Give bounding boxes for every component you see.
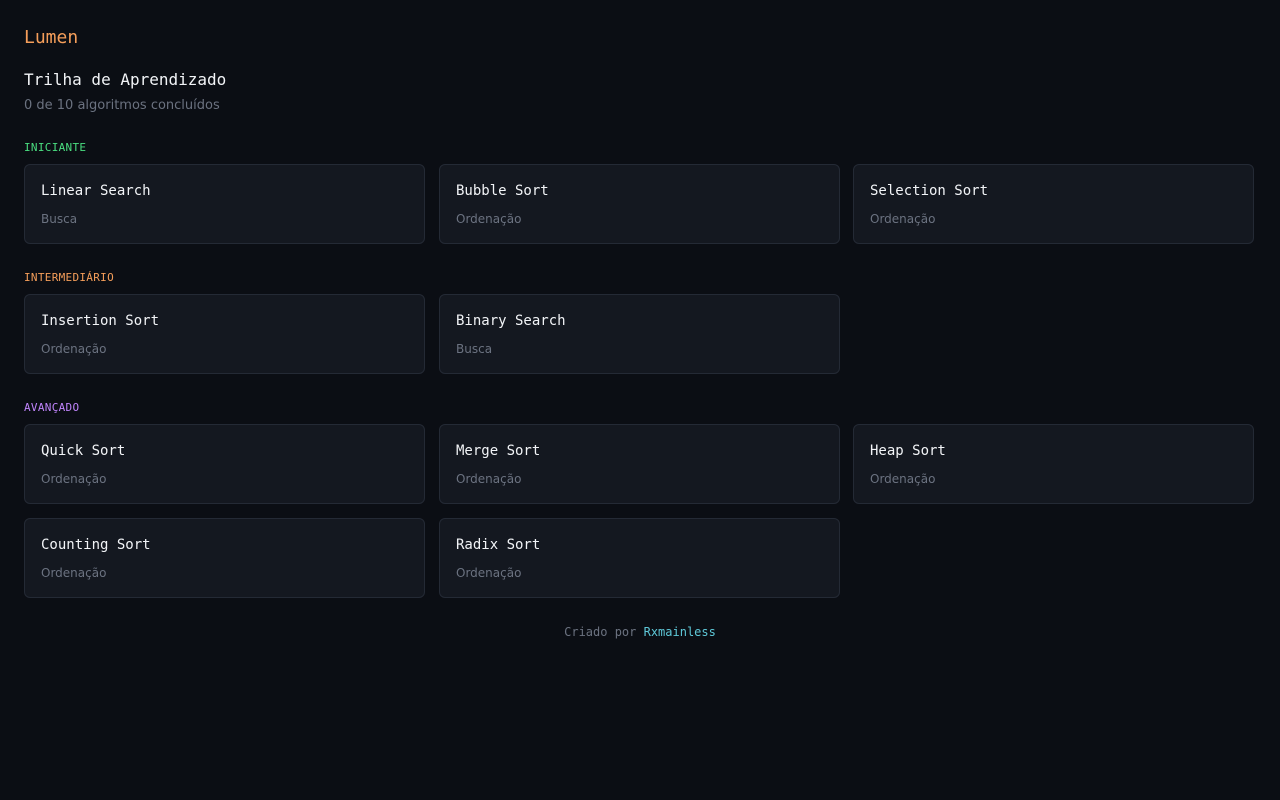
page-title: Trilha de Aprendizado	[24, 70, 227, 89]
algorithm-card-merge-sort[interactable]: Merge Sort Ordenação	[439, 424, 840, 504]
card-category: Ordenação	[456, 566, 522, 580]
card-title: Bubble Sort	[456, 183, 549, 199]
card-title: Selection Sort	[870, 183, 989, 199]
section-label-intermediate: INTERMEDIÁRIO	[24, 271, 114, 284]
algorithm-card-bubble-sort[interactable]: Bubble Sort Ordenação	[439, 164, 840, 244]
card-category: Ordenação	[456, 212, 522, 226]
card-category: Ordenação	[870, 472, 936, 486]
card-title: Heap Sort	[870, 443, 946, 459]
algorithm-card-radix-sort[interactable]: Radix Sort Ordenação	[439, 518, 840, 598]
card-title: Quick Sort	[41, 443, 126, 459]
algorithm-card-binary-search[interactable]: Binary Search Busca	[439, 294, 840, 374]
algorithm-card-counting-sort[interactable]: Counting Sort Ordenação	[24, 518, 425, 598]
card-category: Busca	[456, 342, 493, 356]
card-title: Counting Sort	[41, 537, 151, 553]
card-category: Ordenação	[41, 472, 107, 486]
card-category: Ordenação	[456, 472, 522, 486]
card-category: Ordenação	[41, 342, 107, 356]
card-category: Busca	[41, 212, 78, 226]
card-title: Linear Search	[41, 183, 151, 199]
author-link[interactable]: Rxmainless	[644, 625, 716, 639]
card-title: Radix Sort	[456, 537, 541, 553]
footer: Criado por Rxmainless	[0, 624, 1280, 640]
brand-logo[interactable]: Lumen	[24, 26, 78, 50]
card-category: Ordenação	[41, 566, 107, 580]
card-title: Binary Search	[456, 313, 566, 329]
algorithm-card-heap-sort[interactable]: Heap Sort Ordenação	[853, 424, 1254, 504]
algorithm-card-linear-search[interactable]: Linear Search Busca	[24, 164, 425, 244]
section-label-beginner: INICIANTE	[24, 141, 87, 154]
footer-prefix: Criado por	[564, 625, 637, 639]
progress-text: 0 de 10 algoritmos concluídos	[24, 98, 220, 113]
algorithm-card-insertion-sort[interactable]: Insertion Sort Ordenação	[24, 294, 425, 374]
card-title: Merge Sort	[456, 443, 541, 459]
section-label-advanced: AVANÇADO	[24, 401, 80, 414]
card-title: Insertion Sort	[41, 313, 160, 329]
algorithm-card-selection-sort[interactable]: Selection Sort Ordenação	[853, 164, 1254, 244]
card-category: Ordenação	[870, 212, 936, 226]
algorithm-card-quick-sort[interactable]: Quick Sort Ordenação	[24, 424, 425, 504]
